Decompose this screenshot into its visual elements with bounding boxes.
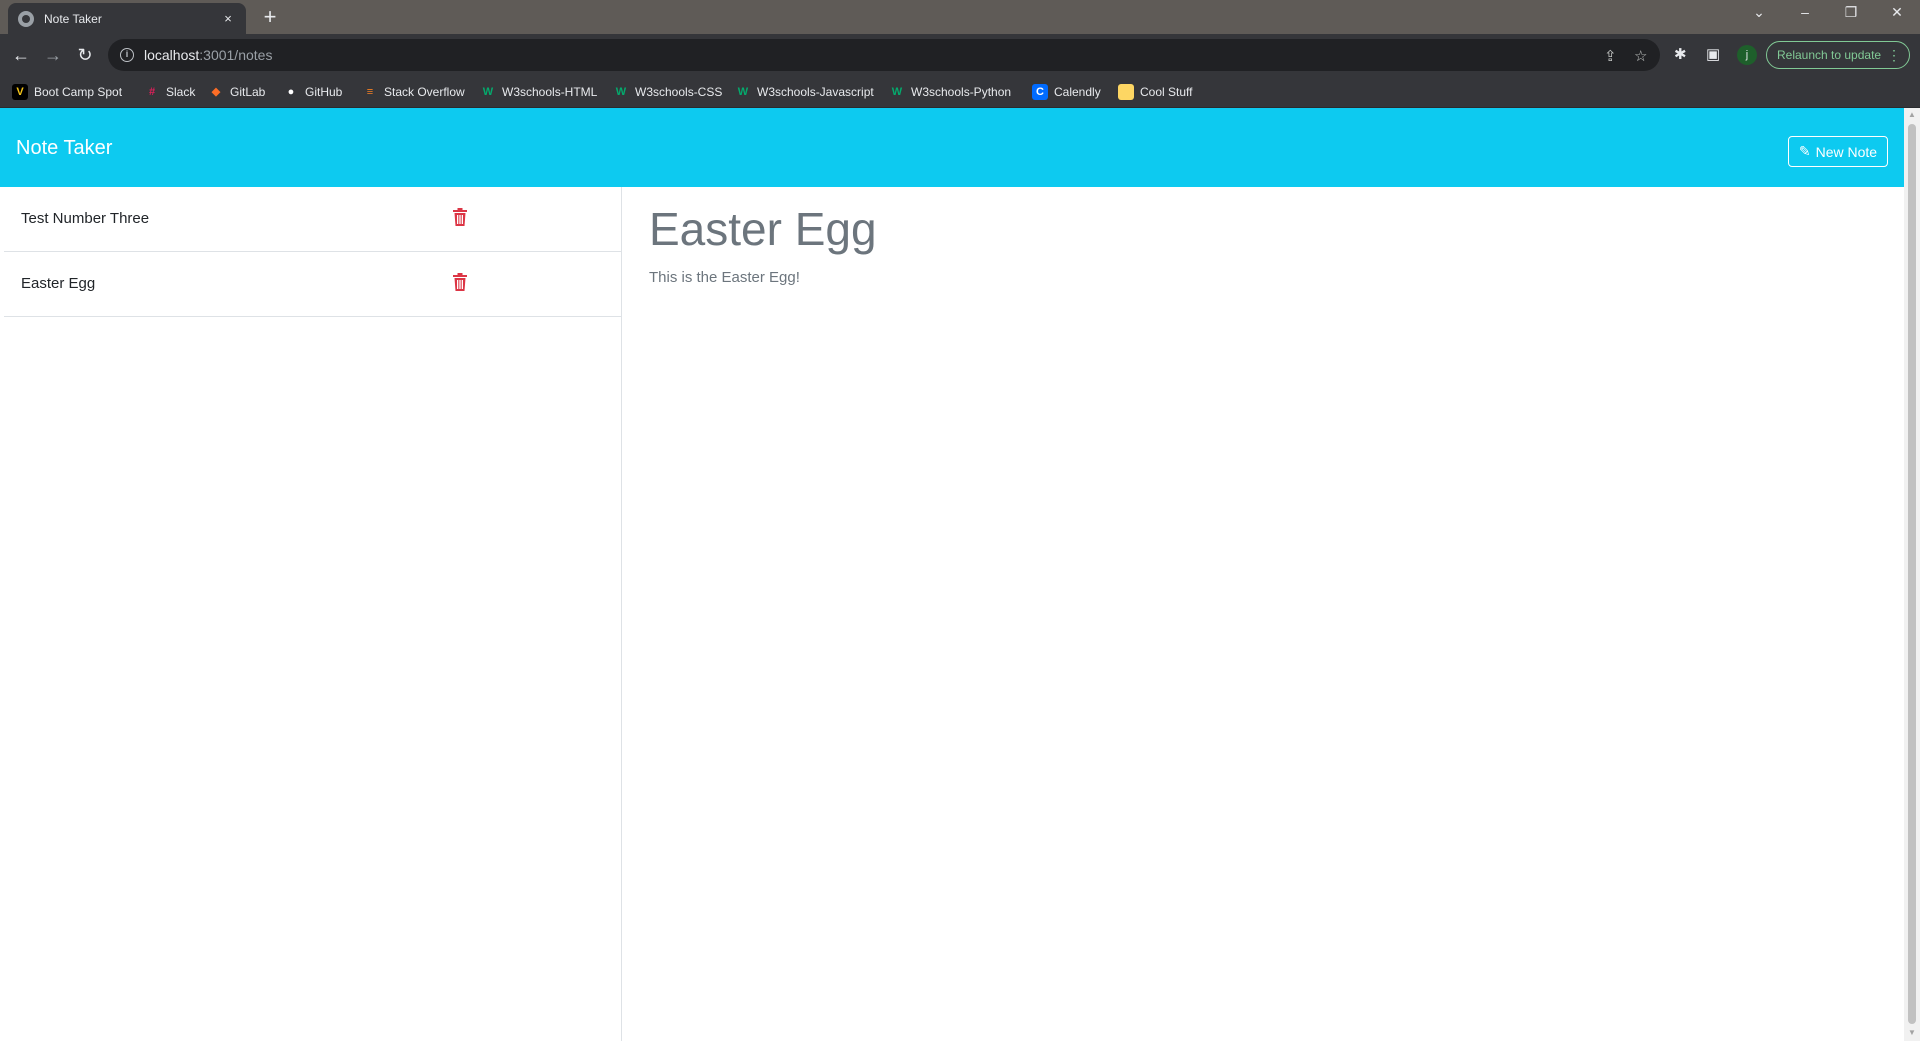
side-panel-icon[interactable]: ▣ bbox=[1706, 45, 1720, 63]
note-list: Test Number Three Easter Egg bbox=[0, 187, 622, 1041]
bookmark-item[interactable]: W W3schools-HTML bbox=[480, 84, 598, 100]
tab-search-icon[interactable]: ⌄ bbox=[1744, 4, 1774, 21]
restore-icon[interactable]: ❐ bbox=[1836, 4, 1866, 21]
bookmark-item[interactable]: W W3schools-Javascript bbox=[735, 84, 874, 100]
bookmark-item[interactable]: ● GitHub bbox=[283, 84, 343, 100]
note-title-input[interactable]: Easter Egg bbox=[649, 202, 877, 256]
calendly-icon: C bbox=[1032, 84, 1048, 100]
close-window-icon[interactable]: ✕ bbox=[1882, 4, 1912, 21]
new-tab-button[interactable]: + bbox=[258, 5, 282, 29]
reload-icon[interactable]: ↻ bbox=[72, 42, 98, 68]
bookmark-item[interactable]: ◆ GitLab bbox=[208, 84, 266, 100]
scroll-up-icon[interactable]: ▲ bbox=[1908, 110, 1916, 119]
scroll-thumb[interactable] bbox=[1908, 124, 1916, 1024]
edit-icon: ✎ bbox=[1798, 143, 1811, 159]
share-icon[interactable]: ⇪ bbox=[1604, 47, 1617, 65]
bookmark-label: GitLab bbox=[230, 85, 266, 99]
globe-icon bbox=[18, 10, 34, 27]
bookmark-item[interactable]: ≡ Stack Overflow bbox=[362, 84, 465, 100]
browser-toolbar: ← → ↻ i localhost:3001/notes ⇪ ☆ ✱ ▣ j R… bbox=[0, 34, 1920, 76]
new-note-button[interactable]: ✎ New Note bbox=[1788, 136, 1888, 167]
note-list-title[interactable]: Easter Egg bbox=[21, 275, 95, 292]
tab-strip: Note Taker × + ⌄ – ❐ ✕ bbox=[0, 0, 1920, 34]
bookmark-item[interactable]: # Slack bbox=[144, 84, 195, 100]
bookmark-label: GitHub bbox=[305, 85, 343, 99]
more-menu-icon[interactable]: ⋮ bbox=[1887, 42, 1901, 68]
bookmark-label: Calendly bbox=[1054, 85, 1101, 99]
slack-icon: # bbox=[148, 86, 156, 98]
relaunch-label: Relaunch to update bbox=[1777, 48, 1882, 62]
w3schools-icon: W bbox=[891, 86, 903, 98]
bookmark-star-icon[interactable]: ☆ bbox=[1634, 47, 1647, 65]
bookmark-label: W3schools-Python bbox=[911, 85, 1012, 99]
trash-icon[interactable] bbox=[453, 273, 467, 291]
note-text-input[interactable]: This is the Easter Egg! bbox=[649, 269, 800, 286]
bookmark-label: Boot Camp Spot bbox=[34, 85, 123, 99]
bookmark-label: Stack Overflow bbox=[384, 85, 465, 99]
bookmark-item[interactable]: C Calendly bbox=[1032, 84, 1101, 100]
profile-avatar[interactable]: j bbox=[1737, 45, 1757, 65]
github-icon: ● bbox=[287, 86, 295, 98]
folder-icon bbox=[1118, 84, 1134, 100]
bookmarks-bar: V Boot Camp Spot # Slack ◆ GitLab ● GitHub ≡ Stac… bbox=[0, 76, 1920, 108]
note-list-title[interactable]: Test Number Three bbox=[21, 210, 149, 227]
bookmark-label: W3schools-HTML bbox=[502, 85, 598, 99]
stackoverflow-icon: ≡ bbox=[366, 86, 374, 98]
note-list-item[interactable]: Test Number Three bbox=[4, 187, 622, 252]
scroll-down-icon[interactable]: ▼ bbox=[1908, 1028, 1916, 1037]
bootcamp-icon: V bbox=[12, 84, 28, 100]
forward-icon[interactable]: → bbox=[40, 42, 66, 68]
minimize-icon[interactable]: – bbox=[1790, 4, 1820, 20]
gitlab-icon: ◆ bbox=[211, 86, 221, 98]
trash-icon[interactable] bbox=[453, 208, 467, 226]
relaunch-button[interactable]: Relaunch to update ⋮ bbox=[1766, 41, 1910, 69]
app-brand[interactable]: Note Taker bbox=[16, 137, 112, 160]
w3schools-icon: W bbox=[482, 86, 494, 98]
bookmark-item[interactable]: V Boot Camp Spot bbox=[12, 84, 122, 100]
extensions-icon[interactable]: ✱ bbox=[1674, 45, 1687, 63]
url-path: :3001/notes bbox=[199, 47, 273, 63]
bookmark-label: W3schools-Javascript bbox=[757, 85, 874, 99]
bookmark-label: W3schools-CSS bbox=[635, 85, 723, 99]
tab-title: Note Taker bbox=[44, 11, 102, 26]
w3schools-icon: W bbox=[615, 86, 627, 98]
close-tab-icon[interactable]: × bbox=[220, 11, 236, 26]
w3schools-icon: W bbox=[737, 86, 749, 98]
bookmark-item[interactable]: Cool Stuff bbox=[1118, 84, 1192, 100]
site-info-icon[interactable]: i bbox=[120, 48, 134, 62]
bookmark-item[interactable]: W W3schools-Python bbox=[889, 84, 1011, 100]
url-host: localhost bbox=[144, 47, 200, 63]
browser-tab[interactable]: Note Taker × bbox=[8, 3, 246, 34]
bookmark-label: Cool Stuff bbox=[1140, 85, 1193, 99]
address-bar[interactable]: i localhost:3001/notes ⇪ ☆ bbox=[108, 39, 1660, 71]
back-icon[interactable]: ← bbox=[8, 42, 34, 68]
bookmark-label: Slack bbox=[166, 85, 196, 99]
page: Note Taker ✎ New Note Test Number Three E… bbox=[0, 108, 1904, 1041]
app-navbar: Note Taker ✎ New Note bbox=[0, 108, 1904, 187]
bookmark-item[interactable]: W W3schools-CSS bbox=[613, 84, 723, 100]
new-note-label: New Note bbox=[1815, 143, 1878, 160]
note-list-item[interactable]: Easter Egg bbox=[4, 252, 622, 317]
page-scrollbar[interactable]: ▲ ▼ bbox=[1904, 108, 1920, 1041]
